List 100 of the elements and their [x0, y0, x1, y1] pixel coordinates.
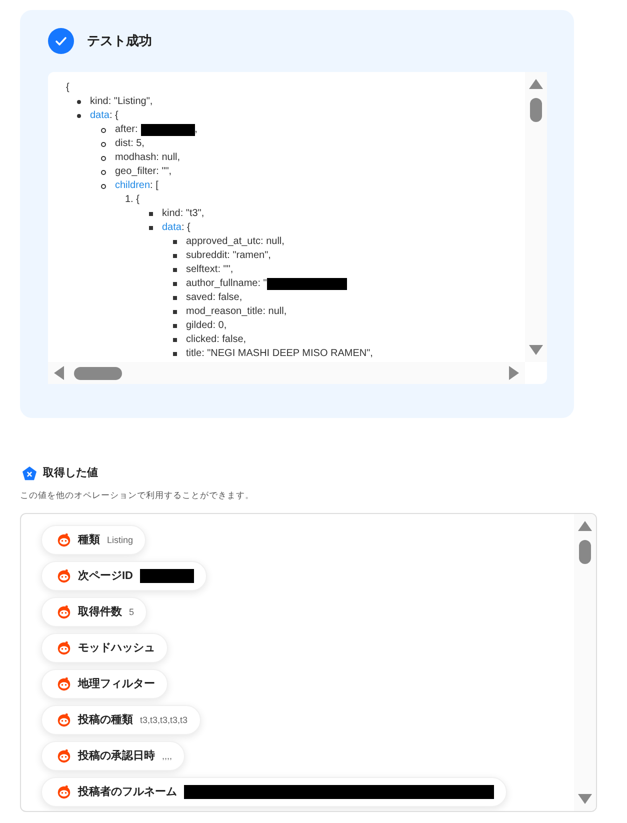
json-key: clicked [186, 333, 217, 347]
bullet-icon [173, 310, 177, 314]
robot-face-icon [57, 713, 71, 728]
json-key-link[interactable]: data [162, 221, 182, 235]
json-value: : { [181, 221, 190, 235]
chip-value: ,,,, [162, 750, 172, 762]
json-key: modhash [115, 151, 156, 165]
chip-label: 地理フィルター [78, 676, 155, 692]
json-punctuation: , [194, 123, 198, 137]
scroll-left-icon[interactable] [54, 366, 64, 380]
value-chip[interactable]: 次ページID [41, 561, 207, 592]
json-value: : "ramen", [227, 249, 271, 263]
scroll-up-icon[interactable] [529, 79, 543, 89]
scroll-right-icon[interactable] [509, 366, 519, 380]
section-title: 取得した値 [43, 466, 98, 481]
chip-value: Listing [107, 534, 134, 547]
value-chip[interactable]: 投稿者のフルネーム [41, 777, 507, 808]
result-title: テスト成功 [87, 32, 152, 50]
robot-face-icon [57, 749, 71, 764]
chip-value: 5 [129, 606, 134, 618]
chip-label: 種類 [78, 532, 100, 548]
value-chip[interactable]: モッドハッシュ [41, 633, 168, 664]
scrollbar-thumb[interactable] [579, 540, 591, 564]
bullet-icon [77, 114, 81, 118]
scrollbar-thumb[interactable] [530, 98, 542, 122]
json-value: : "NEGI MASHI DEEP MISO RAMEN", [202, 347, 373, 361]
bullet-icon [173, 338, 177, 342]
robot-face-icon [57, 569, 71, 584]
chip-label: 投稿の種類 [78, 712, 133, 728]
json-key: gilded [186, 319, 213, 333]
bullet-icon [101, 170, 106, 174]
json-value: : null, [260, 235, 284, 249]
robot-face-icon [57, 677, 71, 692]
bullet-icon [101, 156, 106, 160]
chip-value: t3,t3,t3,t3,t3 [140, 714, 188, 726]
vertical-scrollbar[interactable] [574, 514, 596, 812]
json-key: title [186, 347, 202, 361]
json-key: kind [90, 95, 108, 109]
robot-face-icon [57, 641, 71, 656]
section-description: この値を他のオペレーションで利用することができます。 [19, 488, 255, 502]
code-line: { [66, 81, 70, 95]
json-key: mod_reason_title [186, 305, 263, 319]
json-value: : false, [216, 333, 246, 347]
bullet-icon [149, 212, 153, 216]
scrollbar-thumb[interactable] [74, 366, 122, 380]
chip-label: モッドハッシュ [78, 641, 155, 656]
bullet-icon [101, 128, 106, 132]
json-value: : "t3", [180, 207, 204, 221]
horizontal-scrollbar[interactable] [48, 362, 525, 384]
bullet-icon [173, 268, 177, 272]
json-key: selftext [186, 263, 218, 277]
json-key-link[interactable]: children [115, 179, 150, 193]
bullet-icon [173, 240, 177, 244]
json-key-link[interactable]: data [90, 109, 110, 123]
json-key: saved [186, 291, 213, 305]
json-key: approved_at_utc [186, 235, 261, 249]
json-value: : null, [262, 305, 287, 319]
json-value: : 5, [130, 137, 144, 151]
json-key: after [115, 123, 136, 137]
json-value: : { [109, 109, 118, 123]
json-key: subreddit [186, 249, 228, 263]
robot-face-icon [57, 605, 71, 620]
json-value: : [ [150, 179, 158, 193]
json-value: : false, [212, 291, 242, 305]
json-value: : " [258, 277, 267, 291]
json-key: geo_filter [115, 165, 156, 179]
json-key: dist [115, 137, 131, 151]
code-line: 1. { [125, 193, 140, 207]
json-value: : 0, [212, 319, 227, 333]
json-key: kind [162, 207, 180, 221]
bullet-icon [101, 142, 106, 146]
value-chip[interactable]: 地理フィルター [41, 669, 168, 700]
json-key: author_fullname [186, 277, 258, 291]
bullet-icon [173, 352, 177, 356]
bullet-icon [173, 296, 177, 300]
scroll-down-icon[interactable] [529, 345, 543, 355]
chip-label: 投稿者のフルネーム [78, 784, 177, 800]
bullet-icon [101, 184, 106, 188]
chip-label: 次ページID [78, 569, 133, 584]
value-chip[interactable]: 投稿の種類 t3,t3,t3,t3,t3 [41, 705, 201, 736]
json-value: : "", [218, 263, 234, 277]
json-value: : null, [156, 151, 180, 165]
scroll-up-icon[interactable] [578, 521, 592, 532]
robot-face-icon [57, 533, 71, 548]
chip-label: 投稿の承認日時 [78, 748, 155, 764]
value-chip[interactable]: 取得件数 5 [41, 597, 148, 628]
bullet-icon [173, 254, 177, 258]
value-chip[interactable]: 種類 Listing [41, 525, 146, 556]
json-value: : "Listing", [108, 95, 153, 109]
bullet-icon [173, 282, 177, 286]
chip-label: 取得件数 [78, 605, 122, 620]
json-value: : "", [156, 165, 172, 179]
variable-icon [22, 466, 37, 481]
bullet-icon [149, 226, 153, 230]
vertical-scrollbar[interactable] [525, 72, 547, 362]
robot-face-icon [57, 785, 71, 800]
json-value: : [135, 123, 139, 137]
scroll-down-icon[interactable] [578, 794, 592, 804]
value-chip[interactable]: 投稿の承認日時 ,,,, [41, 741, 186, 772]
bullet-icon [173, 324, 177, 328]
